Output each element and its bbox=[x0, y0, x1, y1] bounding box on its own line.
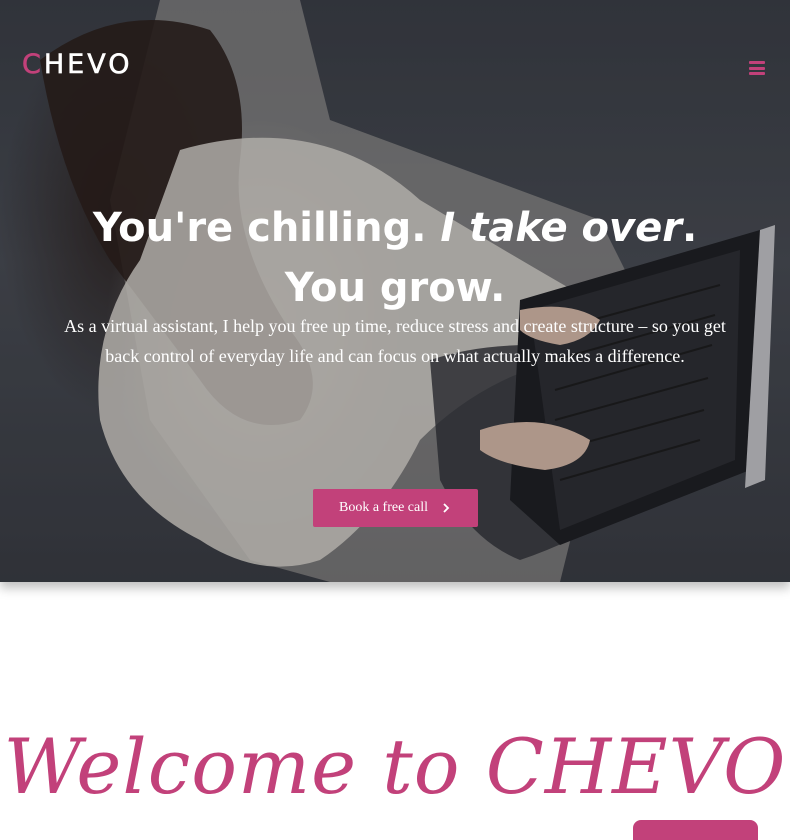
hero-section: CHEVO You're chilling. I take over. You … bbox=[0, 0, 790, 582]
headline-part-3: . bbox=[681, 205, 698, 251]
logo-letter-c: C bbox=[22, 49, 44, 81]
cta-label: Book a free call bbox=[338, 500, 428, 515]
headline-part-1: You're chilling. bbox=[92, 205, 427, 251]
hero-subtext: As a virtual assistant, I help you free … bbox=[64, 316, 726, 366]
hero-headline: You're chilling. I take over. You grow. bbox=[0, 198, 790, 318]
welcome-title: Welcome to CHEVO bbox=[3, 722, 787, 811]
headline-line-2: You grow. bbox=[284, 265, 506, 311]
headline-part-2: I take over bbox=[440, 205, 682, 251]
hamburger-icon bbox=[749, 61, 765, 64]
chevo-logo[interactable]: CHEVO bbox=[22, 46, 132, 84]
book-free-call-button[interactable]: Book a free call bbox=[313, 489, 478, 527]
hamburger-menu-button[interactable] bbox=[749, 61, 765, 75]
floating-action-tab[interactable] bbox=[633, 820, 758, 840]
chevron-right-icon bbox=[443, 503, 450, 513]
logo-letters-rest: HEVO bbox=[43, 49, 133, 81]
